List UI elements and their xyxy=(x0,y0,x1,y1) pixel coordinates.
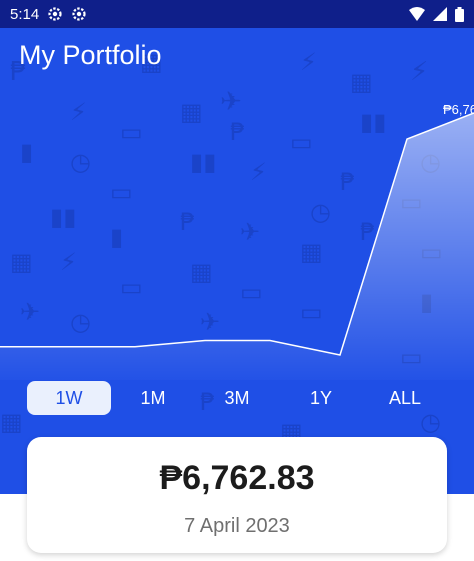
battery-icon xyxy=(455,6,464,22)
portfolio-chart[interactable]: ₱6,76 xyxy=(0,80,474,380)
settings-gear-icon xyxy=(48,7,62,21)
portfolio-hero: ₱ ⚡ ▦ ✈ ⚡ ▦ ⚡ ▮ ◷ ▭ ▦ ₱ ▭ ▮▮ ◷ ▮▮ ▭ ▮▮ ⚡… xyxy=(0,0,474,494)
settings-gear-icon xyxy=(72,7,86,21)
status-bar: 5:14 xyxy=(0,0,474,28)
svg-text:▦: ▦ xyxy=(0,408,23,436)
portfolio-date: 7 April 2023 xyxy=(184,515,290,537)
wifi-icon xyxy=(409,7,425,21)
range-1m-button[interactable]: 1M xyxy=(111,381,195,415)
range-1y-button[interactable]: 1Y xyxy=(279,381,363,415)
chart-value-label: ₱6,76 xyxy=(443,102,474,117)
portfolio-value: ₱6,762.83 xyxy=(159,459,315,497)
range-all-button[interactable]: ALL xyxy=(363,381,447,415)
page-title: My Portfolio xyxy=(19,40,162,70)
range-3m-button[interactable]: 3M xyxy=(195,381,279,415)
svg-text:⚡: ⚡ xyxy=(300,48,317,76)
status-time: 5:14 xyxy=(10,5,40,23)
range-1w-button[interactable]: 1W xyxy=(27,381,111,415)
portfolio-summary-card: ₱6,762.83 7 April 2023 xyxy=(27,437,447,553)
range-selector: 1W 1M 3M 1Y ALL xyxy=(27,381,447,415)
signal-icon xyxy=(433,7,447,21)
